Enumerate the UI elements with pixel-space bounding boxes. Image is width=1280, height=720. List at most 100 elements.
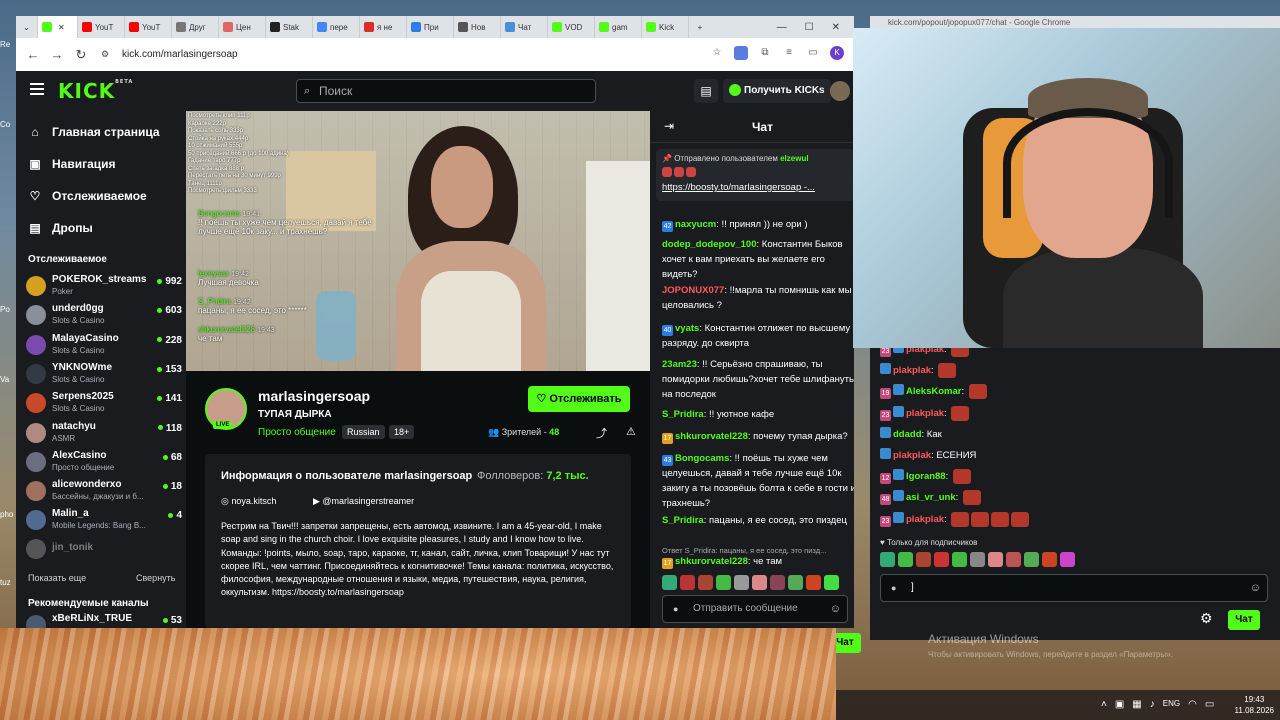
kick-logo[interactable]: KICKBETA <box>58 79 133 103</box>
sidebar-nav-item[interactable]: ▣ Навигация <box>28 157 115 171</box>
bookmark-star-icon[interactable]: ☆ <box>710 46 724 60</box>
puzzle-icon[interactable]: ⧉ <box>758 46 772 60</box>
browser-tab[interactable]: Цен <box>219 16 266 38</box>
browser-tab[interactable]: я не <box>360 16 407 38</box>
theater-mode-icon[interactable]: ▤ <box>694 79 718 103</box>
chat-username[interactable]: asi_vr_unk <box>906 492 956 503</box>
tag-pill[interactable]: Russian <box>342 425 385 439</box>
popout-chat-message[interactable]: 48 asi_vr_unk: <box>880 490 981 506</box>
sidebar-channel[interactable]: Serpens2025 Slots & Casino 141 <box>26 390 182 416</box>
popout-chat-message[interactable]: 19 AleksKomar: <box>880 384 987 400</box>
sidebar-nav-item[interactable]: ⌂ Главная страница <box>28 125 159 139</box>
chat-username[interactable]: S_Pridira <box>662 515 704 526</box>
new-tab-button[interactable]: + <box>689 16 711 38</box>
instagram-link[interactable]: ◎ noya.kitsch <box>221 496 276 507</box>
browser-tab[interactable]: Чат <box>501 16 548 38</box>
popout-chat-message[interactable]: 12 lgoran88: <box>880 469 971 485</box>
sidebar-channel[interactable]: Malin_a Mobile Legends: Bang B... 4 <box>26 507 182 533</box>
sidebar-nav-item[interactable]: ▤ Дропы <box>28 221 92 235</box>
profile-avatar[interactable]: K <box>830 46 844 60</box>
video-player[interactable]: Посмотреть клип 111р Караоке 222р Показать… <box>186 111 650 371</box>
chat-message[interactable]: 23am23: !! Серьёзно спрашиваю, ты помидо… <box>662 357 854 402</box>
wifi-icon[interactable]: ◠ <box>1188 699 1197 710</box>
settings-gear-icon[interactable]: ⚙ <box>1200 610 1213 627</box>
tray-app-icon[interactable]: ▣ <box>1115 699 1124 710</box>
close-icon[interactable]: ✕ <box>832 22 840 33</box>
desktop-icon[interactable]: Re <box>0 40 16 62</box>
desktop-icon[interactable]: Po <box>0 305 16 327</box>
browser-tab[interactable]: YouT <box>125 16 172 38</box>
url-field[interactable]: kick.com/marlasingersoap <box>122 49 238 60</box>
sidebar-channel-offline[interactable]: jin_tonik <box>26 536 182 562</box>
chat-message[interactable]: 17 shkurorvatel228: почему тупая дырка? <box>662 429 854 444</box>
battery-icon[interactable]: ▭ <box>1205 699 1214 710</box>
popout-send-button[interactable]: Чат <box>1228 610 1260 630</box>
user-avatar[interactable] <box>830 81 850 101</box>
desktop-icon[interactable]: tuz <box>0 578 16 600</box>
popout-chat-message[interactable]: plakplak: ЕСЕНИЯ <box>880 448 976 464</box>
report-icon[interactable]: ⚠ <box>626 425 636 438</box>
browser-tab[interactable]: пере <box>313 16 360 38</box>
chat-message[interactable]: S_Pridira: пацаны, я ее сосед, это пизде… <box>662 513 854 528</box>
browser-tab[interactable]: При <box>407 16 454 38</box>
desktop-icon[interactable]: pho <box>0 510 16 532</box>
chat-username[interactable]: plakplak <box>906 514 944 525</box>
chat-username[interactable]: plakplak <box>906 408 944 419</box>
chat-message[interactable]: JOPONUX077: !!марла ты помнишь как мы це… <box>662 283 854 313</box>
chat-username[interactable]: shkurorvatel228 <box>675 431 748 442</box>
browser-tab[interactable]: gam <box>595 16 642 38</box>
follow-button[interactable]: ♡ Отслеживать <box>528 386 630 412</box>
chat-username[interactable]: S_Pridira <box>662 409 704 420</box>
share-icon[interactable]: ⤴ <box>596 425 607 441</box>
volume-icon[interactable]: ♪ <box>1150 699 1155 710</box>
back-icon[interactable]: ← <box>26 47 40 62</box>
pinned-message[interactable]: 📌 Отправлено пользователем elzewul https… <box>656 149 854 201</box>
browser-tab[interactable]: Друг <box>172 16 219 38</box>
desktop-icon[interactable]: Va <box>0 375 16 397</box>
clock[interactable]: 19:43 11.08.2026 <box>1235 694 1274 716</box>
chat-username[interactable]: ddadd <box>893 429 922 440</box>
chat-username[interactable]: Bongocams <box>675 453 729 464</box>
sidebar-channel[interactable]: MalayaCasino Slots & Casino 228 <box>26 332 182 358</box>
tab-search-button[interactable]: ⌄ <box>16 16 38 38</box>
popout-chat-message[interactable]: 23 plakplak: <box>880 405 970 422</box>
desktop-icon[interactable]: Co <box>0 120 16 142</box>
browser-tab[interactable]: VOD <box>548 16 595 38</box>
popout-chat-input[interactable]: ] <box>880 574 1268 602</box>
show-more-link[interactable]: Показать еще <box>28 573 86 583</box>
extension-icon[interactable] <box>734 46 748 60</box>
chat-message[interactable]: dodep_dodepov_100: Константин Быков хоче… <box>662 237 854 282</box>
chat-username[interactable]: vyats <box>675 323 699 334</box>
chat-username[interactable]: plakplak <box>893 450 931 461</box>
search-input[interactable]: ⌕ Поиск <box>296 79 596 103</box>
browser-tab[interactable]: Kick <box>642 16 689 38</box>
chat-message[interactable]: 43 Bongocams: !! поёшь ты хуже чем целуеш… <box>662 451 854 511</box>
reload-icon[interactable]: ↻ <box>74 47 88 63</box>
menu-icon[interactable] <box>30 83 44 95</box>
browser-tab[interactable]: ✕ <box>38 16 78 38</box>
sidebar-nav-item[interactable]: ♡ Отслеживаемое <box>28 189 147 203</box>
language-indicator[interactable]: ENG <box>1163 699 1180 710</box>
sidebar-channel[interactable]: underd0gg Slots & Casino 603 <box>26 302 182 328</box>
chat-message[interactable]: 42 naxyucm: !! принял )) не ори ) <box>662 217 854 232</box>
chevron-up-icon[interactable]: ˄ <box>1101 699 1107 710</box>
maximize-icon[interactable]: ☐ <box>805 22 814 33</box>
close-tab-icon[interactable]: ✕ <box>58 23 65 32</box>
category-link[interactable]: Просто общение <box>258 427 336 438</box>
chat-message[interactable]: 17 shkurorvatel228: че там <box>662 554 854 569</box>
get-kicks-button[interactable]: Получить KICKs <box>723 79 831 103</box>
tag-pill[interactable]: 18+ <box>389 425 415 439</box>
youtube-link[interactable]: ▶ @marlasingerstreamer <box>313 496 414 507</box>
popout-chat-message[interactable]: plakplak: <box>880 363 957 379</box>
chat-username[interactable]: JOPONUX077 <box>662 285 724 296</box>
chat-username[interactable]: plakplak <box>893 365 931 376</box>
collapse-link[interactable]: Свернуть <box>136 573 175 583</box>
sidebar-channel[interactable]: AlexCasino Просто общение 68 <box>26 449 182 475</box>
sidebar-recommended-channel[interactable]: xBeRLiNx_TRUE 53 <box>26 612 182 628</box>
minimize-icon[interactable]: — <box>777 22 787 33</box>
collapse-chat-icon[interactable]: ⇥ <box>664 119 674 133</box>
chat-username[interactable]: 23am23 <box>662 359 697 370</box>
forward-icon[interactable]: → <box>50 47 64 62</box>
chat-username[interactable]: lgoran88 <box>906 471 946 482</box>
media-icon[interactable]: ≡ <box>782 46 796 60</box>
